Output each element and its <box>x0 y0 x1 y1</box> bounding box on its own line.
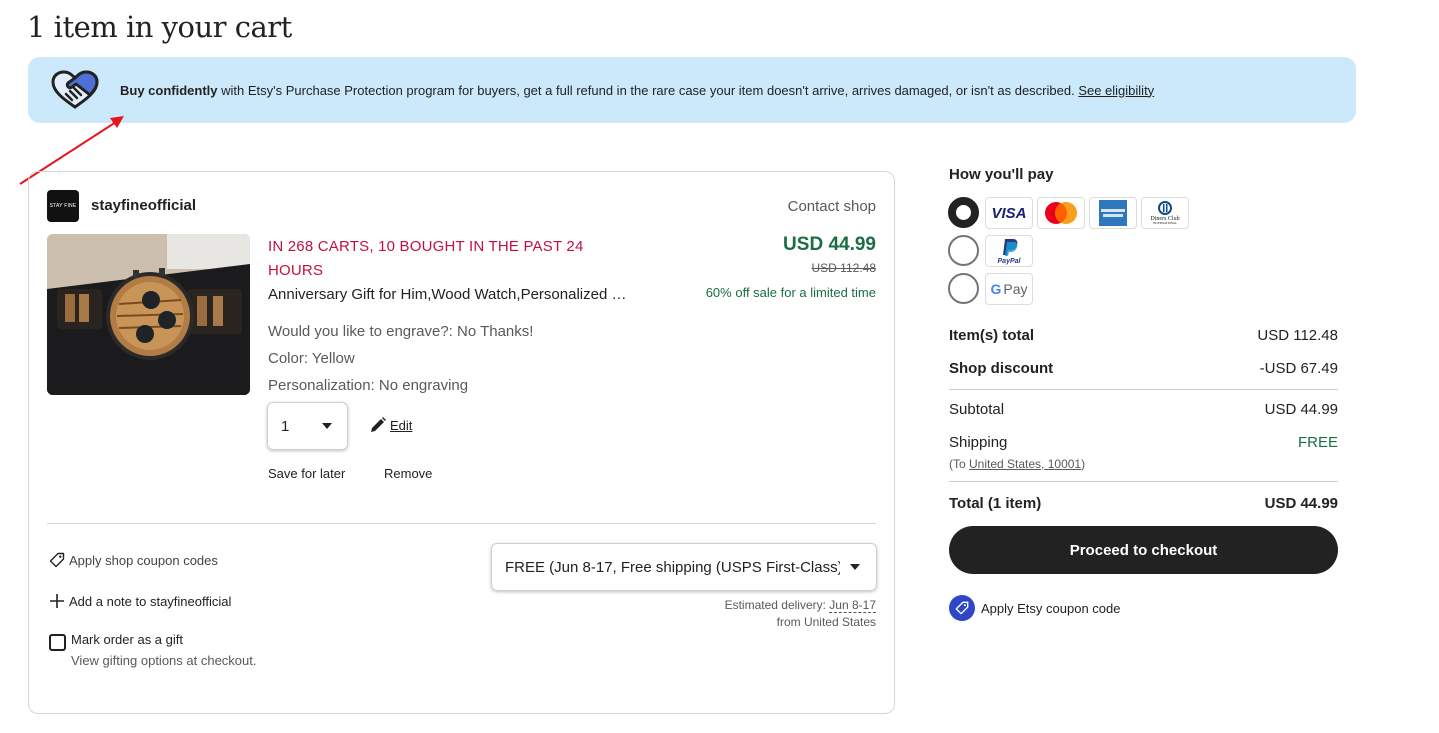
gift-sublabel: View gifting options at checkout. <box>71 653 257 668</box>
shop-discount-value: -USD 67.49 <box>1259 360 1338 377</box>
urgency-message: IN 268 CARTS, 10 BOUGHT IN THE PAST 24 H… <box>268 238 584 279</box>
proceed-to-checkout-button[interactable]: Proceed to checkout <box>949 526 1338 574</box>
svg-text:INTERNATIONAL: INTERNATIONAL <box>1153 221 1177 225</box>
payment-radio-paypal[interactable] <box>948 235 979 266</box>
item-variations: Would you like to engrave?: No Thanks! C… <box>268 318 533 399</box>
shop-name[interactable]: stayfineofficial <box>91 197 196 214</box>
apply-etsy-coupon-link[interactable]: Apply Etsy coupon code <box>949 595 1120 621</box>
handshake-heart-icon <box>51 70 99 109</box>
payment-radio-cards[interactable] <box>948 197 979 228</box>
apply-etsy-coupon-label: Apply Etsy coupon code <box>981 600 1121 616</box>
divider <box>47 523 876 524</box>
contact-shop-link[interactable]: Contact shop <box>788 198 876 215</box>
shipping-destination-link[interactable]: United States, 10001 <box>969 457 1081 471</box>
est-prefix: Estimated delivery: <box>724 598 830 612</box>
item-price: USD 44.99 <box>783 234 876 255</box>
shop-logo[interactable]: STAY FINE <box>47 190 79 222</box>
edit-label: Edit <box>390 417 413 433</box>
gift-checkbox[interactable] <box>49 634 66 651</box>
chevron-down-icon <box>322 423 332 429</box>
quantity-value: 1 <box>281 417 290 435</box>
shipping-to-prefix: (To <box>949 457 970 471</box>
diners-club-icon: Diners Club INTERNATIONAL <box>1141 197 1189 229</box>
watch-image-icon <box>47 234 250 395</box>
shop-discount-row: Shop discount -USD 67.49 <box>949 360 1338 377</box>
plus-icon <box>50 594 64 608</box>
subtotal-value: USD 44.99 <box>1264 401 1338 418</box>
purchase-protection-banner: Buy confidently with Etsy's Purchase Pro… <box>28 57 1356 123</box>
chevron-down-icon <box>850 564 860 570</box>
banner-text: with Etsy's Purchase Protection program … <box>217 82 1079 98</box>
apply-shop-coupon-link[interactable]: Apply shop coupon codes <box>49 552 218 568</box>
visa-icon: VISA <box>985 197 1033 229</box>
remove-button[interactable]: Remove <box>384 466 432 481</box>
see-eligibility-link[interactable]: See eligibility <box>1078 83 1154 98</box>
banner-bold: Buy confidently <box>120 82 218 98</box>
est-date[interactable]: Jun 8-17 <box>829 598 876 613</box>
estimated-delivery: Estimated delivery: Jun 8-17 from United… <box>725 597 876 631</box>
svg-text:PayPal: PayPal <box>998 258 1022 265</box>
quantity-select[interactable]: 1 <box>267 402 348 450</box>
total-value: USD 44.99 <box>1264 495 1338 512</box>
variation-color: Color: Yellow <box>268 350 355 367</box>
est-from: from United States <box>776 615 876 629</box>
add-note-label: Add a note to stayfineofficial <box>69 593 232 609</box>
sale-note: 60% off sale for a limited time <box>705 285 876 300</box>
mastercard-icon <box>1037 197 1085 229</box>
items-total-value: USD 112.48 <box>1257 327 1338 344</box>
page-title: 1 item in your cart <box>27 10 292 44</box>
shipping-label: Shipping <box>949 434 1008 451</box>
shipping-method-value: FREE (Jun 8-17, Free shipping (USPS Firs… <box>505 558 840 576</box>
paypal-icon: PayPal <box>985 235 1033 267</box>
google-pay-icon: G Pay <box>985 273 1033 305</box>
items-total-row: Item(s) total USD 112.48 <box>949 327 1338 344</box>
payment-title: How you'll pay <box>949 166 1054 183</box>
amex-icon <box>1089 197 1137 229</box>
save-for-later-button[interactable]: Save for later <box>268 466 345 481</box>
gift-label[interactable]: Mark order as a gift <box>71 632 183 647</box>
shipping-row: Shipping FREE <box>949 434 1338 451</box>
shipping-destination: (To United States, 10001) <box>949 457 1085 471</box>
pencil-icon <box>371 417 386 432</box>
subtotal-label: Subtotal <box>949 401 1005 418</box>
variation-personalization: Personalization: No engraving <box>268 377 469 394</box>
payment-radio-googlepay[interactable] <box>948 273 979 304</box>
total-label: Total (1 item) <box>949 495 1042 512</box>
shop-discount-label: Shop discount <box>949 360 1054 377</box>
item-original-price: USD 112.48 <box>811 261 876 275</box>
edit-button[interactable]: Edit <box>369 416 412 434</box>
divider <box>949 481 1338 482</box>
items-total-label: Item(s) total <box>949 327 1035 344</box>
shipping-to-suffix: ) <box>1081 457 1086 471</box>
shipping-value: FREE <box>1297 434 1338 451</box>
tag-icon <box>49 552 65 568</box>
divider <box>949 389 1338 390</box>
item-image[interactable] <box>47 234 250 395</box>
apply-shop-coupon-label: Apply shop coupon codes <box>69 552 218 568</box>
add-note-link[interactable]: Add a note to stayfineofficial <box>49 593 231 609</box>
variation-engrave: Would you like to engrave?: No Thanks! <box>268 323 534 340</box>
shipping-method-select[interactable]: FREE (Jun 8-17, Free shipping (USPS Firs… <box>491 543 877 591</box>
subtotal-row: Subtotal USD 44.99 <box>949 401 1338 418</box>
coupon-tag-icon <box>949 595 975 621</box>
total-row: Total (1 item) USD 44.99 <box>949 495 1338 512</box>
item-title-link[interactable]: Anniversary Gift for Him,Wood Watch,Pers… <box>268 286 628 303</box>
shop-cart-card: STAY FINE stayfineofficial Contact shop … <box>28 171 895 714</box>
